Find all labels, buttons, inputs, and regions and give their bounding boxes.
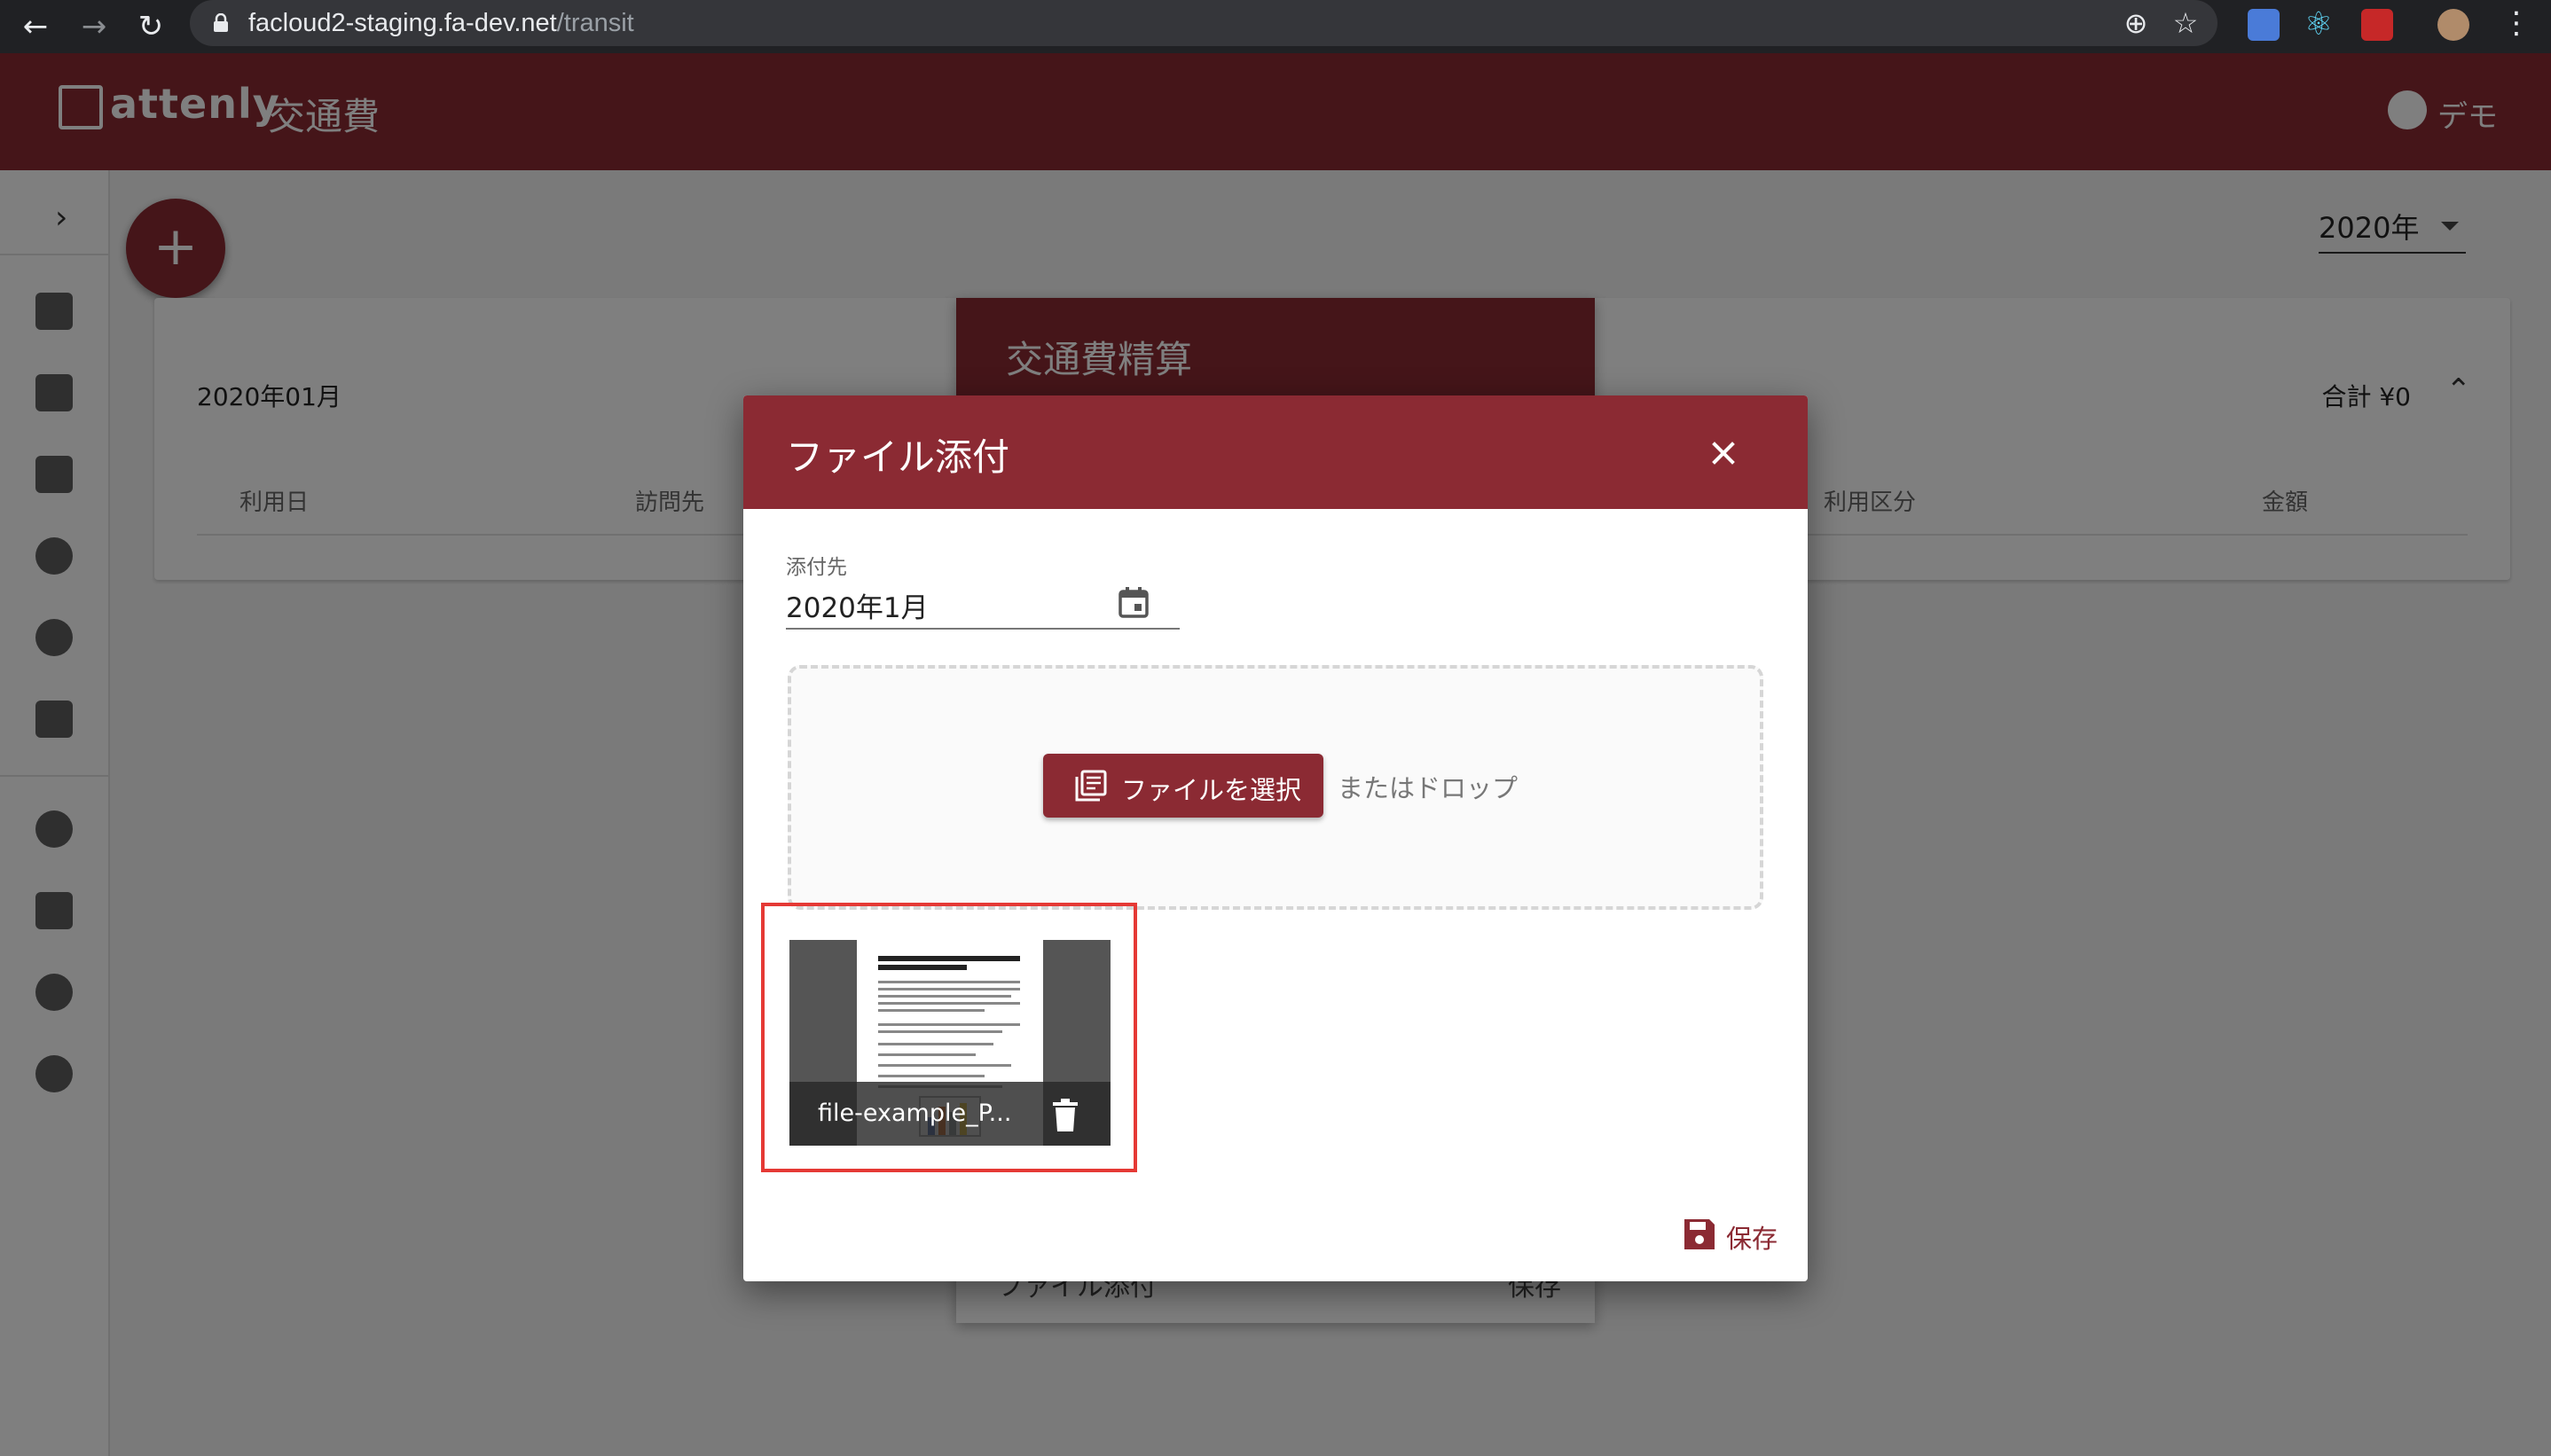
translate-extension-icon[interactable] (2248, 9, 2280, 41)
add-icon[interactable]: ⊕ (2120, 7, 2152, 39)
reload-icon[interactable]: ↻ (131, 7, 170, 46)
extension-icon[interactable] (2361, 9, 2393, 41)
url-text: facloud2-staging.fa-dev.net/transit (248, 9, 634, 37)
attach-to-field[interactable]: 2020年1月 (786, 578, 1180, 630)
file-caption: file-example_P... (789, 1082, 1111, 1146)
browser-toolbar: ← → ↻ facloud2-staging.fa-dev.net/transi… (0, 0, 2551, 53)
star-icon[interactable]: ☆ (2170, 7, 2202, 39)
app: attenly 交通費 デモ › + 2020年 2020年01月 合計 ¥0 … (0, 53, 2551, 1456)
attach-to-value: 2020年1月 (786, 592, 929, 624)
select-file-button[interactable]: ファイルを選択 (1043, 754, 1323, 818)
back-icon[interactable]: ← (16, 7, 55, 46)
dialog-title: ファイル添付 (786, 435, 1010, 479)
select-file-label: ファイルを選択 (1121, 775, 1302, 805)
profile-avatar[interactable] (2437, 9, 2469, 41)
attach-to-label: 添付先 (786, 556, 847, 579)
file-attach-dialog: ファイル添付 添付先 2020年1月 ファイルを選択 またはドロップ file-… (743, 395, 1808, 1281)
lock-icon (214, 13, 228, 32)
file-dropzone[interactable]: ファイルを選択 またはドロップ (788, 665, 1763, 910)
dialog-header: ファイル添付 (743, 395, 1808, 509)
forward-icon[interactable]: → (75, 7, 114, 46)
browser-menu-icon[interactable]: ⋮ (2501, 5, 2531, 41)
library-icon (1075, 770, 1107, 802)
close-icon[interactable] (1701, 431, 1746, 475)
react-extension-icon[interactable]: ⚛ (2303, 9, 2335, 41)
calendar-icon[interactable] (1116, 585, 1151, 621)
save-button[interactable]: 保存 (1682, 1217, 1788, 1257)
drop-hint: またはドロップ (1338, 773, 1519, 803)
address-bar[interactable]: facloud2-staging.fa-dev.net/transit ⊕ ☆ (190, 0, 2217, 46)
save-label: 保存 (1726, 1224, 1778, 1254)
trash-icon[interactable] (1050, 1098, 1080, 1133)
save-icon (1684, 1219, 1715, 1249)
file-name: file-example_P... (818, 1100, 1012, 1127)
file-thumbnail[interactable]: file-example_P... (789, 940, 1111, 1146)
